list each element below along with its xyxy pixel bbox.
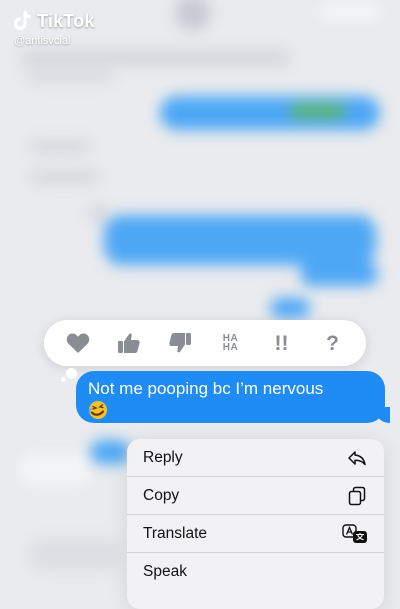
tapback-reaction-bar: HA HA !! ? [44, 320, 366, 366]
menu-item-translate[interactable]: Translate [127, 515, 384, 553]
tiktok-logo-icon [13, 11, 31, 31]
copy-icon [348, 486, 366, 505]
message-text: Not me pooping bc I’m nervous [88, 379, 324, 398]
menu-item-label: Speak [143, 563, 187, 580]
reply-icon [348, 450, 366, 465]
menu-item-copy[interactable]: Copy [127, 477, 384, 515]
translate-icon [342, 523, 367, 543]
thumbs-down-icon[interactable] [162, 325, 198, 361]
tapback-tail-dot [66, 368, 77, 379]
thumbs-up-icon[interactable] [111, 325, 147, 361]
menu-item-label: Translate [143, 524, 208, 542]
menu-item-speak[interactable]: Speak [127, 553, 384, 591]
heart-icon[interactable] [60, 325, 96, 361]
menu-item-label: Reply [143, 448, 183, 466]
exclamation-text: !! [274, 331, 289, 355]
tiktok-brand-name: TikTok [37, 10, 95, 31]
menu-item-label: Copy [143, 486, 180, 504]
haha-icon[interactable]: HA HA [213, 325, 249, 361]
message-context-menu: Reply Copy Translate Speak [127, 439, 384, 609]
rolling-on-floor-laughing-emoji [88, 401, 107, 419]
question-text: ? [326, 331, 339, 355]
tapback-tail-small-dot [61, 377, 66, 382]
message-bubble[interactable]: Not me pooping bc I’m nervous [76, 371, 390, 423]
tiktok-watermark: TikTok @antisvcial [12, 10, 95, 47]
exclamation-icon[interactable]: !! [264, 325, 300, 361]
menu-item-reply[interactable]: Reply [127, 439, 384, 477]
question-icon[interactable]: ? [315, 325, 351, 361]
tiktok-username: @antisvcial [14, 35, 71, 47]
haha-text: HA HA [222, 333, 239, 353]
